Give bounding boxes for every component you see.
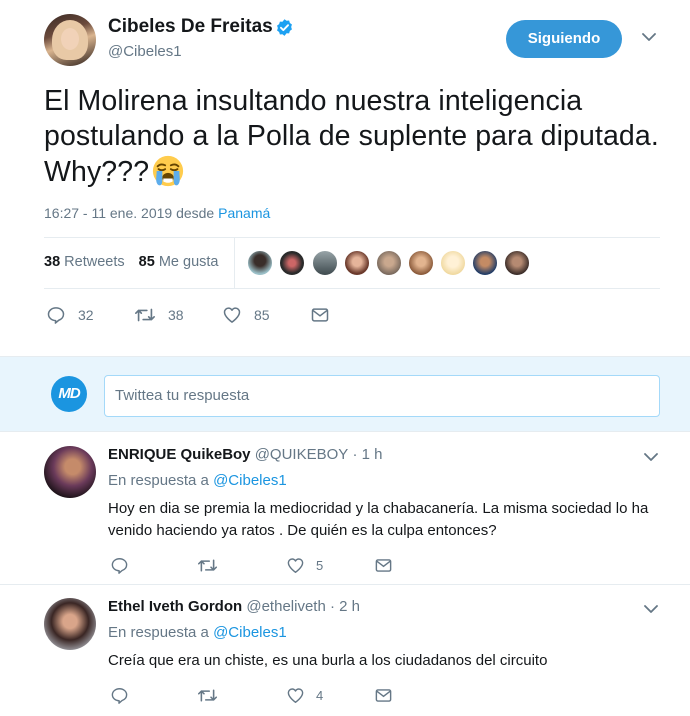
reply-action[interactable]: 32 [46,305,94,325]
tweet-timestamp[interactable]: 16:27 - 11 ene. 2019 [44,205,172,221]
in-reply-mention[interactable]: @Cibeles1 [213,472,287,489]
retweet-action[interactable] [197,556,218,575]
verified-badge-icon [277,19,292,36]
chevron-down-icon[interactable] [644,604,658,614]
reply-action[interactable] [110,686,129,705]
tweet-stats: 38 Retweets 85 Me gusta [44,254,218,270]
envelope-icon [375,559,392,572]
author-name[interactable]: Cibeles De Freitas [108,16,273,38]
liker-avatar[interactable] [440,250,466,276]
reply-icon [111,558,128,574]
like-count: 4 [316,688,324,703]
author-handle[interactable]: @Cibeles1 [108,43,182,60]
reply-time: · 1 h [352,446,383,463]
in-reply-to: En respuesta a @Cibeles1 [108,472,287,489]
divider [44,237,660,238]
retweets-stat[interactable]: 38 Retweets [44,254,125,270]
heart-icon [287,688,304,703]
like-count: 85 [254,307,270,323]
reply-count: 32 [78,307,94,323]
reply-action[interactable] [110,556,129,575]
reply-author[interactable]: Ethel Iveth Gordon @etheliveth · 2 h [108,598,360,615]
reply-author-name: Ethel Iveth Gordon [108,598,243,615]
retweet-icon [197,689,218,702]
envelope-icon [375,689,392,702]
reply-author-name: ENRIQUE QuikeBoy [108,446,251,463]
tweet-text: El Molirena insultando nuestra inteligen… [44,84,664,190]
like-action[interactable]: 4 [286,686,323,705]
direct-message-action[interactable] [374,556,393,575]
author-avatar[interactable] [44,14,96,66]
divider [44,288,660,289]
like-action[interactable]: 85 [222,305,270,325]
liker-avatar[interactable] [344,250,370,276]
liker-avatar[interactable] [312,250,338,276]
direct-message-action[interactable] [310,305,330,325]
in-reply-mention[interactable]: @Cibeles1 [213,624,287,641]
in-reply-prefix: En respuesta a [108,472,209,489]
tweet-text-body: El Molirena insultando nuestra inteligen… [44,85,659,188]
loudly-crying-face-emoji-icon [153,155,184,187]
reply-tweet[interactable]: Ethel Iveth Gordon @etheliveth · 2 h En … [0,598,690,716]
stats-separator [234,238,235,288]
likes-stat[interactable]: 85 Me gusta [139,254,219,270]
retweets-label: Retweets [64,254,125,270]
retweet-action[interactable]: 38 [134,305,184,325]
likes-label: Me gusta [158,254,219,270]
reply-author-handle: @etheliveth [246,598,326,615]
liker-avatar[interactable] [279,250,305,276]
like-count: 5 [316,558,324,573]
heart-icon [287,558,304,573]
reply-icon [47,307,65,324]
chevron-down-icon[interactable] [644,452,658,462]
like-action[interactable]: 5 [286,556,323,575]
retweet-count: 38 [168,307,184,323]
liker-avatar[interactable] [504,250,530,276]
tweet-meta: 16:27 - 11 ene. 2019 desde Panamá [44,205,270,221]
from-label: desde [176,205,215,221]
reply-tweet[interactable]: ENRIQUE QuikeBoy @QUIKEBOY · 1 h En resp… [0,446,690,586]
likes-count: 85 [138,254,155,270]
chevron-down-icon[interactable] [642,32,656,42]
tweet-header: Cibeles De Freitas @Cibeles1 Siguiendo [44,14,674,70]
liker-avatar[interactable] [408,250,434,276]
envelope-icon [311,308,329,322]
retweet-action[interactable] [197,686,218,705]
reply-author[interactable]: ENRIQUE QuikeBoy @QUIKEBOY · 1 h [108,446,382,463]
reply-input[interactable]: Twittea tu respuesta [104,375,660,417]
in-reply-to: En respuesta a @Cibeles1 [108,624,287,641]
reply-time: · 2 h [329,598,360,615]
reply-compose: MD Twittea tu respuesta [0,356,690,432]
liker-avatar[interactable] [247,250,273,276]
retweets-count: 38 [44,254,61,270]
reply-author-handle: @QUIKEBOY [254,446,349,463]
retweet-icon [135,308,155,322]
liker-avatar[interactable] [472,250,498,276]
reply-avatar[interactable] [44,598,96,650]
reply-icon [111,688,128,704]
reply-text: Hoy en dia se premia la mediocridad y la… [108,500,649,539]
following-button[interactable]: Siguiendo [506,20,622,58]
divider [0,584,690,585]
retweet-icon [197,559,218,572]
in-reply-prefix: En respuesta a [108,624,209,641]
reply-text: Creía que era un chiste, es una burla a … [108,652,548,669]
tweet-place-link[interactable]: Panamá [218,205,270,221]
compose-avatar: MD [51,376,87,412]
liker-avatar[interactable] [376,250,402,276]
direct-message-action[interactable] [374,686,393,705]
reply-avatar[interactable] [44,446,96,498]
avatar-face-shape [61,28,79,50]
heart-icon [223,307,241,323]
